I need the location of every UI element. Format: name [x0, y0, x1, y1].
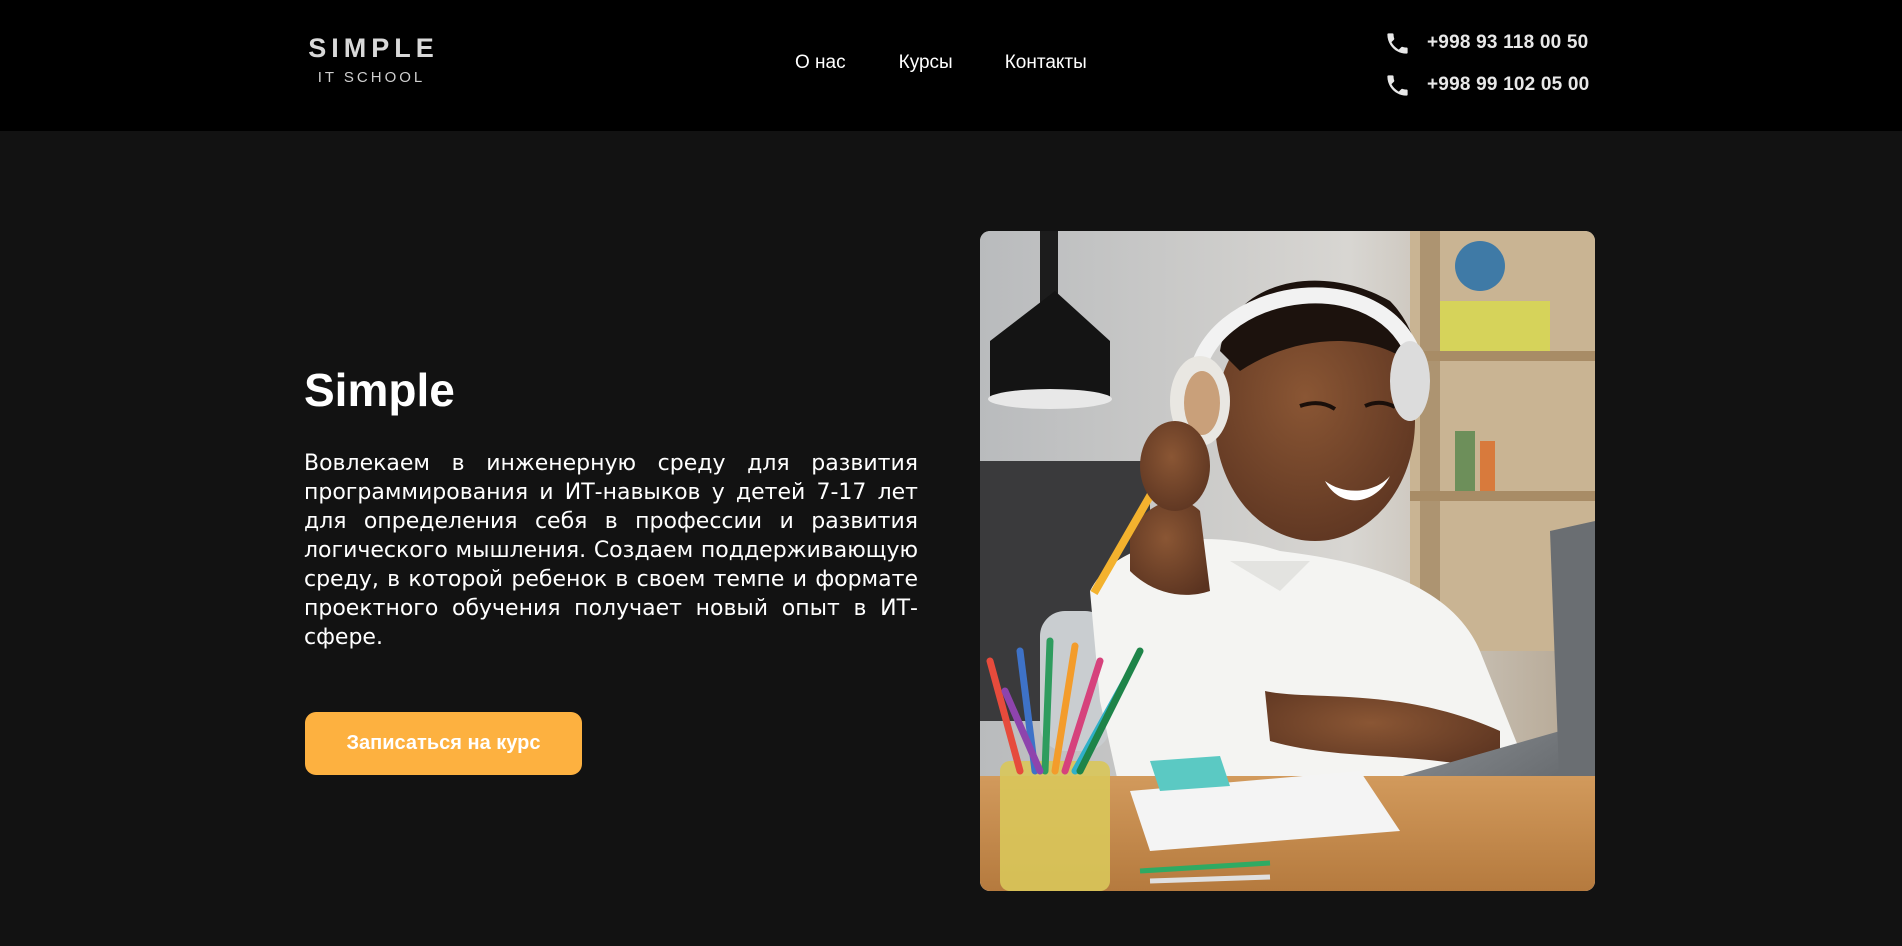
site-header: SIMPLE IT SCHOOL О нас Курсы Контакты +9… [0, 0, 1902, 131]
phone-list: +998 93 118 00 50 +998 99 102 05 00 [1384, 27, 1589, 111]
boy-with-headphones-photo [980, 231, 1595, 891]
phone-icon [1387, 74, 1408, 96]
nav-link-contacts[interactable]: Контакты [1005, 51, 1087, 75]
main-nav: О нас Курсы Контакты [795, 51, 1087, 75]
logo-main-text: SIMPLE [308, 33, 439, 63]
phone-icon [1387, 32, 1408, 54]
hero-photo [980, 231, 1595, 891]
nav-link-about[interactable]: О нас [795, 51, 846, 75]
phone-number-1: +998 93 118 00 50 [1427, 32, 1589, 53]
logo-sub-text: IT SCHOOL [317, 69, 426, 86]
logo[interactable]: SIMPLE IT SCHOOL [304, 34, 439, 86]
enroll-course-button[interactable]: Записаться на курс [305, 712, 582, 775]
phone-link-1[interactable]: +998 93 118 00 50 [1384, 27, 1589, 59]
hero-title: Simple [304, 364, 455, 416]
phone-number-2: +998 99 102 05 00 [1427, 74, 1590, 95]
phone-link-2[interactable]: +998 99 102 05 00 [1384, 69, 1589, 101]
hero-description: Вовлекаем в инженерную среду для развити… [304, 451, 918, 650]
nav-link-courses[interactable]: Курсы [899, 51, 953, 75]
